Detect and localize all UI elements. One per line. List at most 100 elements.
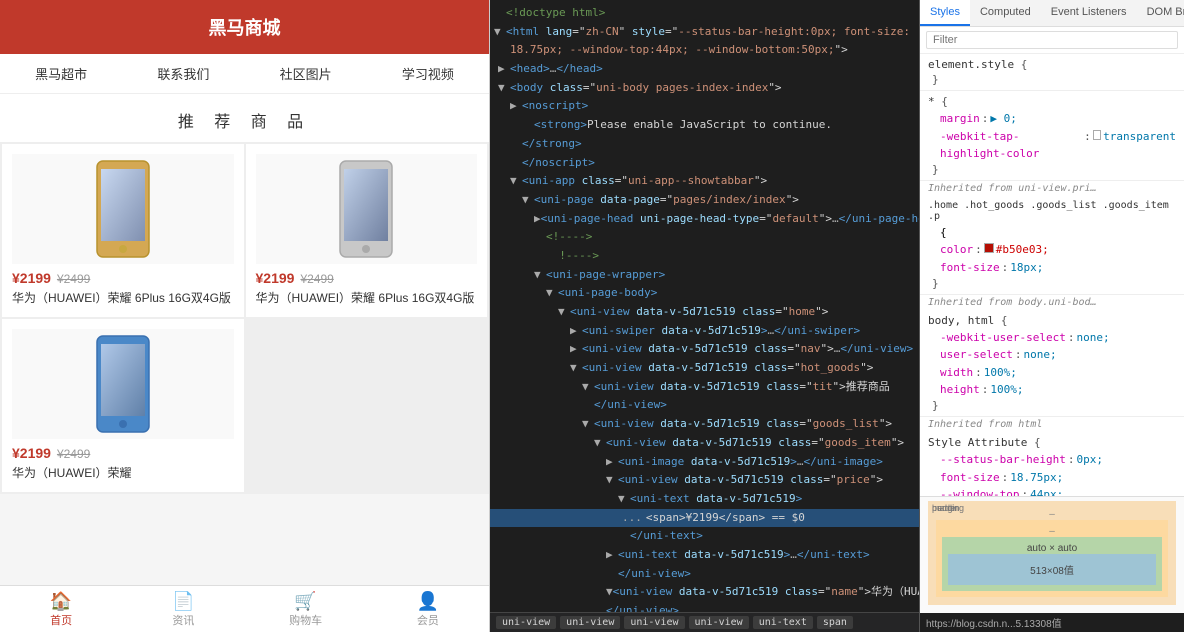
html-line[interactable]: ▼ <uni-app class="uni-app--showtabbar"> <box>490 172 919 191</box>
html-line[interactable]: ▼ <uni-view data-v-5d71c519 class="home"… <box>490 303 919 322</box>
html-line[interactable]: </strong> <box>490 135 919 154</box>
goods-item[interactable]: ¥2199 ¥2499 华为（HUAWEI）荣耀 6Plus 16G双4G版 <box>246 144 488 317</box>
html-line[interactable]: </uni-text> <box>490 527 919 546</box>
style-prop: -webkit-tap-highlight-color: transparent <box>928 128 1176 163</box>
html-line[interactable]: ▶ <noscript> <box>490 97 919 116</box>
collapse-arrow[interactable]: ▶ <box>606 453 618 472</box>
collapse-arrow[interactable]: ▼ <box>582 415 594 434</box>
tabbar-member[interactable]: 👤 会员 <box>367 592 489 628</box>
tab-dom-bre[interactable]: DOM Bre... <box>1137 0 1184 26</box>
html-line[interactable]: <!doctype html> <box>490 4 919 23</box>
collapse-arrow[interactable] <box>534 247 546 266</box>
collapse-arrow[interactable] <box>498 41 510 60</box>
collapse-arrow[interactable]: ▼ <box>494 23 506 42</box>
collapse-arrow[interactable] <box>582 396 594 415</box>
dots-indicator: ... <box>618 509 642 528</box>
collapse-arrow[interactable]: ▼ <box>618 490 630 509</box>
tabbar-home-label: 首页 <box>50 612 72 628</box>
goods-item[interactable]: ¥2199 ¥2499 华为（HUAWEI）荣耀 <box>2 319 244 492</box>
html-line[interactable]: <strong>Please enable JavaScript to cont… <box>490 116 919 135</box>
tab-event-listeners[interactable]: Event Listeners <box>1041 0 1137 26</box>
collapse-arrow[interactable]: ▶ <box>510 97 522 116</box>
collapse-arrow[interactable]: ▶ <box>570 340 582 359</box>
tag-pill[interactable]: uni-view <box>624 616 684 629</box>
html-line[interactable]: ▼ <uni-text data-v-5d71c519> <box>490 490 919 509</box>
collapse-arrow[interactable]: ▼ <box>546 284 558 303</box>
collapse-arrow[interactable] <box>618 527 630 546</box>
tabbar-news[interactable]: 📄 资讯 <box>122 592 244 628</box>
price-row: ¥2199 ¥2499 <box>12 270 234 286</box>
html-line[interactable]: </uni-view> <box>490 396 919 415</box>
html-line[interactable]: ▼ <uni-view data-v-5d71c519 class="goods… <box>490 415 919 434</box>
html-line[interactable]: ▼ <uni-view data-v-5d71c519 class="hot_g… <box>490 359 919 378</box>
collapse-arrow[interactable]: ▼ <box>606 471 618 490</box>
price-current: ¥2199 <box>256 270 295 286</box>
nav-item-community[interactable]: 社区图片 <box>245 54 367 93</box>
tag-pill[interactable]: uni-text <box>753 616 813 629</box>
html-line[interactable]: ▼ <uni-page-wrapper> <box>490 266 919 285</box>
price-current: ¥2199 <box>12 445 51 461</box>
collapse-arrow[interactable]: ▶ <box>570 322 582 341</box>
tag-pill[interactable]: uni-view <box>560 616 620 629</box>
goods-item[interactable]: ¥2199 ¥2499 华为（HUAWEI）荣耀 6Plus 16G双4G版 <box>2 144 244 317</box>
margin-box: margin – border – padding auto × auto 51… <box>928 501 1176 605</box>
html-line[interactable]: ▼ <uni-view data-v-5d71c519 class="goods… <box>490 434 919 453</box>
collapse-arrow[interactable]: ▼ <box>498 79 510 98</box>
html-line[interactable]: ▼ <uni-view data-v-5d71c519 class="tit">… <box>490 378 919 397</box>
html-line[interactable]: ▶ <uni-view data-v-5d71c519 class="nav">… <box>490 340 919 359</box>
tag-pill[interactable]: uni-view <box>689 616 749 629</box>
nav-item-contact[interactable]: 联系我们 <box>122 54 244 93</box>
tag-pill[interactable]: uni-view <box>496 616 556 629</box>
tab-styles[interactable]: Styles <box>920 0 970 26</box>
collapse-arrow[interactable] <box>534 228 546 247</box>
collapse-arrow[interactable]: ▶ <box>606 546 618 565</box>
collapse-arrow[interactable] <box>510 135 522 154</box>
filter-input[interactable] <box>926 31 1178 49</box>
html-line[interactable]: ▶ <uni-swiper data-v-5d71c519>…</uni-swi… <box>490 322 919 341</box>
html-line[interactable]: 18.75px; --window-top:44px; --window-bot… <box>490 41 919 60</box>
collapse-arrow[interactable]: ▼ <box>534 266 546 285</box>
price-row: ¥2199 ¥2499 <box>12 445 234 461</box>
collapse-arrow[interactable]: ▼ <box>558 303 570 322</box>
html-line[interactable]: </noscript> <box>490 154 919 173</box>
html-line[interactable]: </uni-view> <box>490 565 919 584</box>
collapse-arrow[interactable]: ▼ <box>582 378 594 397</box>
box-model-section: margin – border – padding auto × auto 51… <box>920 496 1184 613</box>
style-prop: font-size: 18.75px; <box>928 469 1176 487</box>
collapse-arrow[interactable]: ▼ <box>570 359 582 378</box>
html-line[interactable]: !----> <box>490 247 919 266</box>
html-line[interactable]: ▼ <uni-page data-page="pages/index/index… <box>490 191 919 210</box>
devtools-tabs: Styles Computed Event Listeners DOM Bre.… <box>920 0 1184 27</box>
collapse-arrow[interactable]: ▼ <box>594 434 606 453</box>
html-line[interactable]: ▶ <uni-page-head uni-page-head-type="def… <box>490 210 919 229</box>
tab-computed[interactable]: Computed <box>970 0 1041 26</box>
collapse-arrow[interactable]: ▼ <box>606 583 613 602</box>
collapse-arrow[interactable] <box>522 116 534 135</box>
html-line[interactable]: ▶ <head>…</head> <box>490 60 919 79</box>
highlighted-line[interactable]: ... <span>¥2199</span> == $0 <box>490 509 919 528</box>
html-line[interactable]: ▼ <html lang="zh-CN" style="--status-bar… <box>490 23 919 42</box>
tabbar-home[interactable]: 🏠 首页 <box>0 592 122 628</box>
collapse-arrow[interactable]: ▼ <box>510 172 522 191</box>
collapse-arrow[interactable] <box>510 154 522 173</box>
price-current: ¥2199 <box>12 270 51 286</box>
html-line[interactable]: ▶ <uni-text data-v-5d71c519>…</uni-text> <box>490 546 919 565</box>
html-line[interactable]: ▼ <uni-view data-v-5d71c519 class="name"… <box>490 583 919 602</box>
collapse-arrow[interactable]: ▼ <box>522 191 534 210</box>
html-line[interactable]: ▼ <uni-view data-v-5d71c519 class="price… <box>490 471 919 490</box>
color-swatch <box>984 243 994 253</box>
nav-item-videos[interactable]: 学习视频 <box>367 54 489 93</box>
style-selector: * { <box>928 95 1176 108</box>
html-line[interactable]: ▼ <body class="uni-body pages-index-inde… <box>490 79 919 98</box>
tabbar-cart[interactable]: 🛒 购物车 <box>245 592 367 628</box>
nav-item-supermarket[interactable]: 黑马超市 <box>0 54 122 93</box>
html-line[interactable]: <!----> <box>490 228 919 247</box>
collapse-arrow[interactable]: ▶ <box>498 60 510 79</box>
styles-content: element.style { } * { margin:▶ 0; -webki… <box>920 54 1184 496</box>
collapse-arrow[interactable] <box>606 565 618 584</box>
tag-pill[interactable]: span <box>817 616 853 629</box>
html-line[interactable]: ▼ <uni-page-body> <box>490 284 919 303</box>
html-line[interactable]: ▶ <uni-image data-v-5d71c519>…</uni-imag… <box>490 453 919 472</box>
collapse-arrow[interactable] <box>494 4 506 23</box>
collapse-arrow[interactable]: ▶ <box>534 210 541 229</box>
